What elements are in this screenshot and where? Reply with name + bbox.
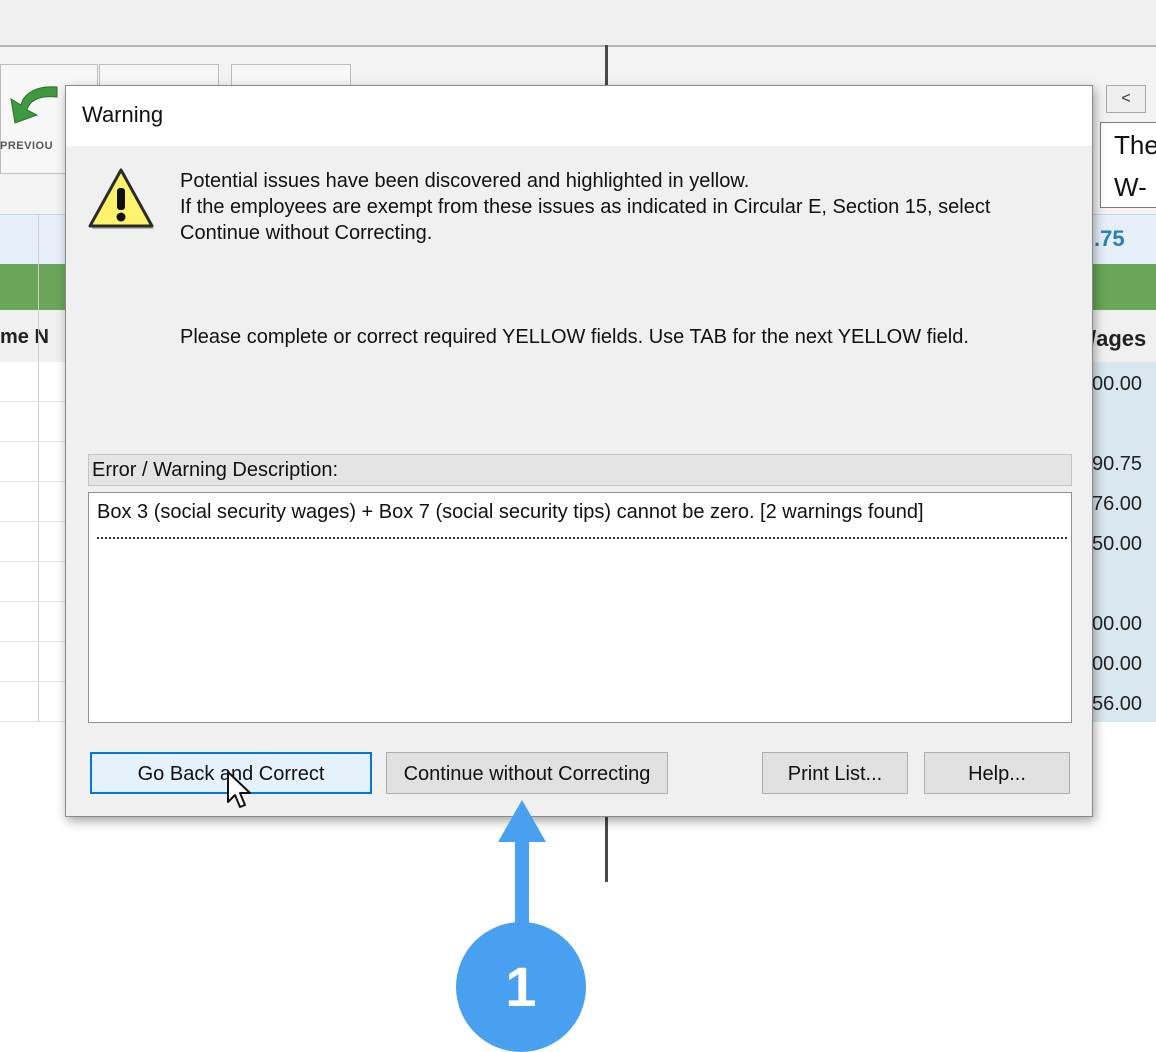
scroll-left-button[interactable]: < xyxy=(1106,85,1146,113)
dialog-title-bar[interactable] xyxy=(66,86,1092,146)
wages-cell[interactable] xyxy=(1090,404,1156,444)
description-column-header: Error / Warning Description: xyxy=(88,454,1072,486)
wages-column-header: /ages xyxy=(1090,326,1147,351)
right-info-line-2: W- xyxy=(1114,172,1147,202)
wages-cell[interactable]: 00.00 xyxy=(1090,604,1156,644)
app-top-area xyxy=(0,0,1156,46)
wages-cell[interactable] xyxy=(1090,564,1156,604)
warning-message-line-3: Continue without Correcting. xyxy=(180,222,433,244)
table-row[interactable] xyxy=(0,682,68,722)
list-item-focus-separator xyxy=(97,537,1067,539)
left-grid-column-divider xyxy=(38,214,39,722)
table-row[interactable] xyxy=(0,362,68,402)
table-row[interactable] xyxy=(0,482,68,522)
table-row[interactable] xyxy=(0,522,68,562)
left-selected-row xyxy=(0,214,68,265)
table-row[interactable] xyxy=(0,402,68,442)
table-row[interactable] xyxy=(0,562,68,602)
table-row[interactable] xyxy=(0,642,68,682)
warning-icon xyxy=(88,168,154,229)
left-green-band xyxy=(0,264,68,310)
print-list-button[interactable]: Print List... xyxy=(762,752,908,794)
right-total-value: .75 xyxy=(1094,226,1125,251)
right-info-line-1: The xyxy=(1114,130,1156,160)
table-row[interactable] xyxy=(0,442,68,482)
list-item[interactable]: Box 3 (social security wages) + Box 7 (s… xyxy=(97,501,924,524)
left-grid-rows xyxy=(0,362,68,722)
wages-cell[interactable]: 90.75 xyxy=(1090,444,1156,484)
green-back-arrow-icon xyxy=(10,86,58,124)
left-grid-header-text: me N xyxy=(0,326,49,348)
warning-message-line-1: Potential issues have been discovered an… xyxy=(180,170,750,192)
warning-message-line-2: If the employees are exempt from these i… xyxy=(180,196,991,218)
right-green-band xyxy=(1090,264,1156,310)
wages-cell[interactable]: 76.00 xyxy=(1090,484,1156,524)
mouse-pointer-icon xyxy=(227,771,251,808)
continue-without-correcting-button[interactable]: Continue without Correcting xyxy=(386,752,668,794)
warning-dialog: Warning Potential issues have been disco… xyxy=(65,85,1093,817)
wages-cell[interactable]: 00.00 xyxy=(1090,644,1156,684)
help-button[interactable]: Help... xyxy=(924,752,1070,794)
table-row[interactable] xyxy=(0,602,68,642)
annotation-arrow-icon xyxy=(498,800,546,930)
previous-label: PREVIOU xyxy=(0,140,54,152)
step-number-badge: 1 xyxy=(456,922,586,1052)
instruction-text: Please complete or correct required YELL… xyxy=(180,326,969,348)
wages-cell[interactable]: 50.00 xyxy=(1090,524,1156,564)
wages-cell[interactable]: 56.00 xyxy=(1090,684,1156,724)
dialog-title: Warning xyxy=(82,102,164,127)
wages-cell[interactable]: 00.00 xyxy=(1090,364,1156,404)
description-list[interactable]: Box 3 (social security wages) + Box 7 (s… xyxy=(88,492,1072,723)
